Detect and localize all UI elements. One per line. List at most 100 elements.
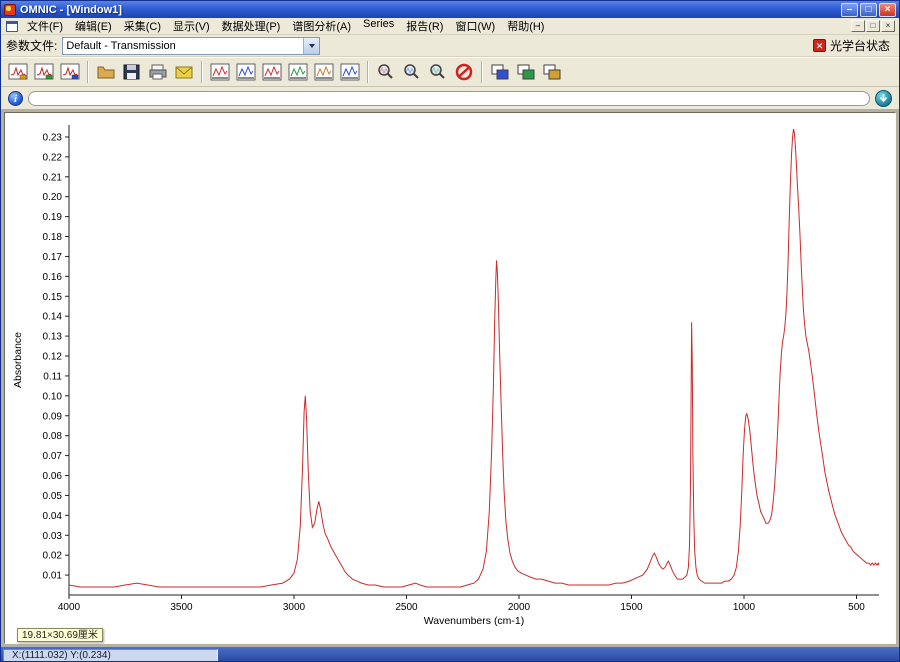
svg-text:1000: 1000 [733,602,756,613]
svg-text:500: 500 [848,602,865,613]
parameter-file-value: Default - Transmission [66,39,176,52]
print-icon [149,64,167,80]
info-icon: i [8,90,23,106]
svg-text:0.14: 0.14 [43,312,63,323]
offset-spectra-button[interactable] [311,60,337,84]
bench-status-label: 光学台状态 [829,39,890,53]
svg-text:1500: 1500 [620,602,643,613]
svg-text:3000: 3000 [283,602,306,613]
toolbar-separator [481,61,483,83]
svg-text:0.07: 0.07 [43,451,63,462]
paste-window-button[interactable] [513,60,539,84]
size-tooltip: 19.81×30.69厘米 [17,628,103,642]
info-field[interactable] [28,90,870,106]
menu-item-9[interactable]: 窗口(W) [449,17,501,35]
common-scale-icon [262,63,282,81]
svg-text:0.13: 0.13 [43,332,63,343]
library-search-icon [430,64,445,79]
document-icon [6,20,18,32]
title-bar: OMNIC - [Window1] – □ × [1,1,899,18]
mdi-restore-button[interactable]: □ [866,20,880,32]
menu-item-6[interactable]: 谱图分析(A) [286,17,357,35]
email-button[interactable] [171,60,197,84]
zoom-button[interactable] [399,60,425,84]
svg-text:0.06: 0.06 [43,471,63,482]
menu-item-5[interactable]: 数据处理(P) [216,17,287,35]
toolbar [1,57,899,87]
svg-text:0.12: 0.12 [43,352,63,363]
experiment-setup-button[interactable] [5,60,31,84]
copy-window-icon [491,64,509,80]
chevron-down-icon[interactable] [303,37,320,54]
parameter-bar: 参数文件: Default - Transmission ✕ 光学台状态 [1,35,899,57]
svg-text:0.03: 0.03 [43,531,63,542]
spectrum-svg[interactable]: 4000 3500 3000 2500 2000 1500 1000 500 0.01 0.02 0… [5,113,895,643]
autoscale-icon [236,63,256,81]
svg-text:0.10: 0.10 [43,391,63,402]
info-bar: i [1,87,899,109]
full-scale-icon [210,63,230,81]
chart-client-area: 4000 3500 3000 2500 2000 1500 1000 500 0.01 0.02 0… [1,109,899,647]
status-bar: X:(1111.032) Y:(0.234) [1,647,899,661]
svg-text:0.08: 0.08 [43,431,63,442]
collect-background-button[interactable] [31,60,57,84]
menu-bar: 文件(F) 编辑(E) 采集(C) 显示(V) 数据处理(P) 谱图分析(A) Series… [1,18,899,35]
paste-window-icon [517,64,535,80]
menu-item-10[interactable]: 帮助(H) [501,17,550,35]
arrow-down-icon [879,93,888,102]
svg-text:Absorbance: Absorbance [12,332,24,388]
library-search-button[interactable] [425,60,451,84]
mdi-close-button[interactable]: × [881,20,895,32]
menu-item-4[interactable]: 显示(V) [167,17,216,35]
copy-window-button[interactable] [487,60,513,84]
minimize-button[interactable]: – [841,2,858,17]
parameter-file-select[interactable]: Default - Transmission [62,36,321,55]
toolbar-separator [201,61,203,83]
spectral-id-button[interactable] [451,60,477,84]
window-title: OMNIC - [Window1] [20,3,122,16]
svg-text:0.09: 0.09 [43,411,63,422]
new-window-icon [543,64,561,80]
toolbar-separator [367,61,369,83]
svg-text:0.01: 0.01 [43,571,63,582]
menu-items: 文件(F) 编辑(E) 采集(C) 显示(V) 数据处理(P) 谱图分析(A) Series… [21,17,851,35]
svg-text:0.18: 0.18 [43,232,63,243]
info-arrow-button[interactable] [875,89,892,107]
menu-item-1[interactable]: 文件(F) [21,17,69,35]
spectrum-trace [68,128,880,588]
bench-status[interactable]: ✕ 光学台状态 [812,37,894,54]
common-scale-button[interactable] [259,60,285,84]
collect-sample-button[interactable] [57,60,83,84]
bench-status-error-icon: ✕ [812,39,826,52]
parameter-file-label: 参数文件: [6,39,58,53]
menu-item-3[interactable]: 采集(C) [118,17,167,35]
save-button[interactable] [119,60,145,84]
svg-text:0.15: 0.15 [43,292,63,303]
full-scale-button[interactable] [207,60,233,84]
svg-text:0.23: 0.23 [43,132,63,143]
svg-text:0.16: 0.16 [43,272,63,283]
stack-spectra-icon [340,63,360,81]
toolbar-groups [5,60,565,84]
match-scale-button[interactable] [285,60,311,84]
restore-button[interactable]: □ [860,2,877,17]
spectrum-chart[interactable]: 4000 3500 3000 2500 2000 1500 1000 500 0.01 0.02 0… [4,112,896,644]
experiment-setup-icon [8,63,28,80]
spectral-id-icon [455,63,473,81]
new-window-button[interactable] [539,60,565,84]
print-button[interactable] [145,60,171,84]
collect-sample-icon [60,63,80,80]
menu-item-2[interactable]: 编辑(E) [69,17,118,35]
omnic-window: OMNIC - [Window1] – □ × 文件(F) 编辑(E) 采集(C) 显… [0,0,900,662]
stack-spectra-button[interactable] [337,60,363,84]
cursor-coordinates: X:(1111.032) Y:(0.234) [3,648,218,661]
open-button[interactable] [93,60,119,84]
autoscale-button[interactable] [233,60,259,84]
menu-item-8[interactable]: 报告(R) [400,17,449,35]
mdi-minimize-button[interactable]: – [851,20,865,32]
menu-item-7[interactable]: Series [357,17,400,35]
svg-text:0.11: 0.11 [43,371,62,382]
find-peaks-button[interactable] [373,60,399,84]
close-button[interactable]: × [879,2,896,17]
svg-text:0.05: 0.05 [43,491,63,502]
